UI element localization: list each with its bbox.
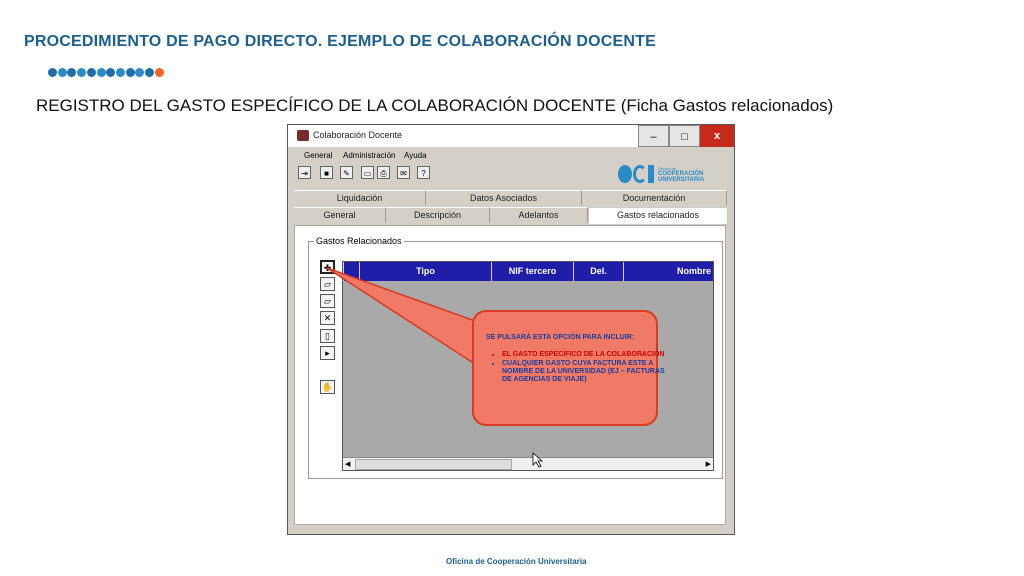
hand-icon[interactable]: ✋ bbox=[320, 380, 335, 394]
tab-gastos-relacionados[interactable]: Gastos relacionados bbox=[588, 207, 728, 225]
help-icon[interactable]: ? bbox=[417, 166, 430, 179]
column-nif-tercero[interactable]: NIF tercero bbox=[491, 262, 573, 281]
cooperacion-logo: Oficina de COOPERACIÓN UNIVERSITARIA bbox=[618, 163, 728, 185]
tab-general[interactable]: General bbox=[294, 207, 386, 222]
edit-icon[interactable]: ✎ bbox=[340, 166, 353, 179]
app-icon bbox=[297, 130, 309, 141]
decorative-dot bbox=[86, 68, 96, 77]
menu-ayuda[interactable]: Ayuda bbox=[404, 151, 427, 160]
callout-item: CUALQUIER GASTO CUYA FACTURA ESTE A NOMB… bbox=[502, 360, 667, 384]
window-titlebar[interactable]: Colaboración Docente – □ x bbox=[288, 125, 734, 147]
menu-administracion[interactable]: Administración bbox=[343, 151, 395, 160]
decorative-dot bbox=[48, 68, 57, 77]
horizontal-scrollbar[interactable]: ◀ ▶ bbox=[343, 457, 713, 470]
table-header: Tipo NIF tercero Del. Nombre bbox=[343, 262, 713, 281]
scroll-right-icon[interactable]: ▶ bbox=[706, 460, 711, 468]
decorative-dot bbox=[115, 68, 125, 77]
minimize-button[interactable]: – bbox=[638, 125, 669, 147]
scroll-thumb[interactable] bbox=[355, 459, 512, 470]
close-button[interactable]: x bbox=[700, 125, 734, 147]
callout-list: EL GASTO ESPECÍFICO DE LA COLABORACIÓN C… bbox=[486, 351, 667, 385]
callout-item: EL GASTO ESPECÍFICO DE LA COLABORACIÓN bbox=[502, 351, 667, 359]
print-icon[interactable]: ⎙ bbox=[377, 166, 390, 179]
scroll-left-icon[interactable]: ◀ bbox=[345, 460, 350, 468]
tab-datos-asociados[interactable]: Datos Asociados bbox=[426, 190, 582, 205]
menu-bar: General Administración Ayuda bbox=[288, 148, 734, 164]
new-document-icon[interactable]: ▯ bbox=[320, 329, 335, 343]
tab-adelantos[interactable]: Adelantos bbox=[490, 207, 588, 222]
decorative-dot bbox=[57, 68, 67, 77]
preview-icon[interactable]: ▭ bbox=[361, 166, 374, 179]
exit-icon[interactable]: ⇥ bbox=[298, 166, 311, 179]
decorative-dot bbox=[96, 68, 106, 77]
column-del[interactable]: Del. bbox=[573, 262, 623, 281]
new-document-arrow-icon[interactable]: ▸ bbox=[320, 346, 335, 360]
add-icon[interactable]: ✚ bbox=[320, 260, 335, 274]
callout-heading: SE PULSARÁ ESTA OPCIÓN PARA INCLUIR: bbox=[486, 334, 635, 341]
decorative-dot bbox=[145, 68, 154, 77]
gastos-group-label: Gastos Relacionados bbox=[314, 236, 404, 246]
slide-title: PROCEDIMIENTO DE PAGO DIRECTO. EJEMPLO D… bbox=[24, 33, 657, 50]
row-selector-header bbox=[343, 262, 359, 281]
mail-icon[interactable]: ✉ bbox=[397, 166, 410, 179]
footer-text: Oficina de Cooperación Universitaria bbox=[446, 557, 587, 566]
decorative-dot bbox=[135, 68, 145, 77]
decorative-dot bbox=[77, 68, 87, 77]
column-nombre[interactable]: Nombre bbox=[623, 262, 713, 281]
maximize-button[interactable]: □ bbox=[669, 125, 700, 147]
decorative-dot bbox=[154, 68, 164, 77]
decorative-dot bbox=[125, 68, 135, 77]
decorative-dot bbox=[106, 68, 116, 77]
tab-descripcion[interactable]: Descripción bbox=[386, 207, 490, 222]
tab-documentacion[interactable]: Documentación bbox=[582, 190, 727, 205]
decorative-dot bbox=[67, 68, 77, 77]
slide-subtitle: REGISTRO DEL GASTO ESPECÍFICO DE LA COLA… bbox=[36, 96, 834, 115]
delete-icon[interactable]: ✕ bbox=[320, 311, 335, 325]
open-folder-icon[interactable]: ▱ bbox=[320, 277, 335, 291]
menu-general[interactable]: General bbox=[304, 151, 332, 160]
tab-liquidacion[interactable]: Liquidación bbox=[294, 190, 426, 205]
open-folder-icon[interactable]: ▱ bbox=[320, 294, 335, 308]
save-icon[interactable]: ■ bbox=[320, 166, 333, 179]
column-tipo[interactable]: Tipo bbox=[359, 262, 491, 281]
callout-box: SE PULSARÁ ESTA OPCIÓN PARA INCLUIR: EL … bbox=[472, 310, 665, 426]
window-title: Colaboración Docente bbox=[313, 130, 403, 140]
